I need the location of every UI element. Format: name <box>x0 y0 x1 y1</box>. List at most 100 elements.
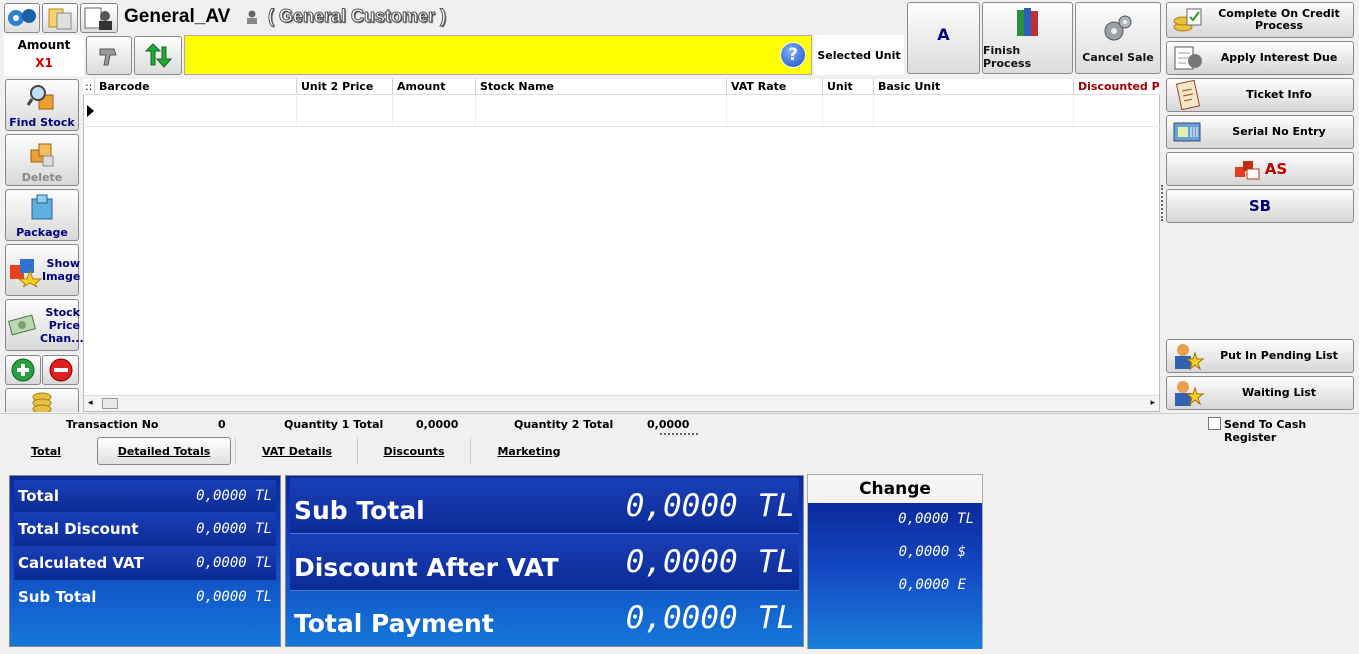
horizontal-splitter[interactable] <box>660 433 698 435</box>
credit-coins-icon <box>1171 5 1205 35</box>
toolbar-icon-1[interactable] <box>4 3 40 33</box>
grid-row-marker-header: :: <box>83 79 95 94</box>
a-button[interactable]: A <box>907 2 980 74</box>
col-unit[interactable]: Unit <box>823 79 874 94</box>
discount-after-vat-row: Discount After VAT 0,0000 TL <box>290 534 799 591</box>
ticket-info-button[interactable]: Ticket Info <box>1166 78 1354 112</box>
show-image-button[interactable]: Show Image <box>5 244 80 296</box>
as-boxes-icon <box>1234 161 1260 180</box>
transaction-value: 0 <box>218 418 226 431</box>
col-unit2-price[interactable]: Unit 2 Price <box>297 79 393 94</box>
change-title: Change <box>808 475 982 503</box>
send-to-register-checkbox[interactable] <box>1208 417 1221 430</box>
coins-button[interactable] <box>5 388 79 412</box>
serial-no-button[interactable]: Serial No Entry <box>1166 115 1354 149</box>
col-amount[interactable]: Amount <box>393 79 476 94</box>
money-icon <box>8 314 37 336</box>
total-payment-value: 0,0000 <box>625 600 738 636</box>
stock-price-change-button[interactable]: Stock Price Chan... <box>5 299 84 351</box>
vertical-splitter[interactable] <box>1161 185 1164 221</box>
total-row: Total 0,0000 TL <box>14 480 276 512</box>
grid-area[interactable] <box>83 79 1160 412</box>
barcode-entry-input[interactable] <box>184 35 812 75</box>
toolbar-icon-3[interactable] <box>80 3 118 33</box>
apply-interest-label: Apply Interest Due <box>1220 51 1338 64</box>
delete-label: Delete <box>21 171 63 184</box>
add-row-button[interactable] <box>5 355 41 385</box>
send-to-register-label: Send To Cash Register <box>1224 418 1307 444</box>
serial-icon <box>1171 117 1205 147</box>
total-payment-row: Total Payment 0,0000 TL <box>290 591 799 645</box>
waiting-list-button[interactable]: Waiting List <box>1166 376 1354 410</box>
ticket-icon <box>1171 79 1205 111</box>
selected-unit-box[interactable]: Selected Unit <box>814 35 904 75</box>
package-icon <box>31 194 53 220</box>
apply-interest-button[interactable]: Apply Interest Due <box>1166 41 1354 75</box>
col-stock-name[interactable]: Stock Name <box>476 79 727 94</box>
books-icon <box>1016 8 1038 36</box>
finish-process-label: Finish Process <box>983 44 1032 70</box>
change-panel: Change 0,0000 TL 0,0000 $ 0,0000 E <box>807 474 983 649</box>
qty2-label: Quantity 2 Total <box>514 418 614 431</box>
horizontal-scrollbar[interactable]: ◂ ▸ <box>84 395 1159 411</box>
as-button[interactable]: AS <box>1166 152 1354 186</box>
total-value: 0,0000 TL <box>196 488 272 504</box>
tab-total[interactable]: Total <box>4 437 88 465</box>
tab-vat-details[interactable]: VAT Details <box>238 437 356 465</box>
settings-people-icon <box>8 9 36 26</box>
col-basic-unit[interactable]: Basic Unit <box>874 79 1074 94</box>
transaction-label: Transaction No <box>66 418 159 431</box>
ticket-info-label: Ticket Info <box>1246 88 1312 101</box>
scroll-left-icon[interactable]: ◂ <box>88 398 93 408</box>
tab-marketing-label: Marketing <box>497 444 561 458</box>
main-sub-total-value: 0,0000 <box>625 487 738 524</box>
complete-credit-button[interactable]: Complete On Credit Process <box>1166 2 1354 38</box>
row-pointer-icon <box>87 105 94 117</box>
put-in-pending-button[interactable]: Put In Pending List <box>1166 339 1354 373</box>
complete-credit-label: Complete On Credit Process <box>1218 7 1340 32</box>
finish-process-button[interactable]: Finish Process <box>982 2 1073 74</box>
col-barcode[interactable]: Barcode <box>95 79 297 94</box>
scroll-thumb[interactable] <box>102 398 118 409</box>
main-sub-total-row: Sub Total 0,0000 TL <box>290 478 799 534</box>
tab-marketing[interactable]: Marketing <box>471 437 587 465</box>
amount-box[interactable]: Amount X1 <box>4 35 84 76</box>
scroll-right-icon[interactable]: ▸ <box>1150 398 1155 408</box>
documents-icon <box>48 8 72 30</box>
tab-discounts[interactable]: Discounts <box>358 437 470 465</box>
selected-unit-label: Selected Unit <box>817 48 901 62</box>
grid-row[interactable] <box>83 96 1160 127</box>
plus-icon <box>11 358 35 382</box>
as-label: AS <box>1264 160 1288 178</box>
col-discounted-price[interactable]: Discounted Pric <box>1074 79 1160 94</box>
cancel-sale-button[interactable]: Cancel Sale <box>1075 2 1161 74</box>
total-payment-unit: TL <box>757 600 795 636</box>
total-discount-row: Total Discount 0,0000 TL <box>14 512 276 546</box>
col-vat-rate[interactable]: VAT Rate <box>727 79 823 94</box>
remove-row-button[interactable] <box>42 355 79 385</box>
barcode-scanner-button[interactable] <box>86 36 132 75</box>
package-button[interactable]: Package <box>5 189 79 241</box>
find-stock-button[interactable]: Find Stock <box>5 79 79 131</box>
calculated-vat-label: Calculated VAT <box>18 554 144 572</box>
help-icon[interactable]: ? <box>780 42 806 68</box>
waiting-person-star-icon <box>1171 378 1205 408</box>
customer-edit-icon[interactable] <box>244 9 260 25</box>
grid-header: :: Barcode Unit 2 Price Amount Stock Nam… <box>83 79 1160 95</box>
sub-total-label: Sub Total <box>18 588 97 606</box>
tab-total-label: Total <box>30 444 62 458</box>
tab-detailed-totals[interactable]: Detailed Totals <box>97 437 231 465</box>
delete-button[interactable]: Delete <box>5 134 79 186</box>
a-button-label: A <box>937 24 950 44</box>
magnifier-boxes-icon <box>26 85 54 110</box>
tab-divider <box>235 437 236 465</box>
serial-no-label: Serial No Entry <box>1232 125 1326 138</box>
main-totals-panel: Sub Total 0,0000 TL Discount After VAT 0… <box>285 475 804 647</box>
coins-icon <box>32 392 52 412</box>
toolbar-icon-2[interactable] <box>42 3 78 33</box>
tab-detailed-totals-label: Detailed Totals <box>117 444 211 458</box>
refresh-button[interactable] <box>134 36 182 75</box>
find-stock-label: Find Stock <box>9 116 75 129</box>
sb-button[interactable]: SB <box>1166 189 1354 223</box>
put-in-pending-label: Put In Pending List <box>1220 349 1338 362</box>
